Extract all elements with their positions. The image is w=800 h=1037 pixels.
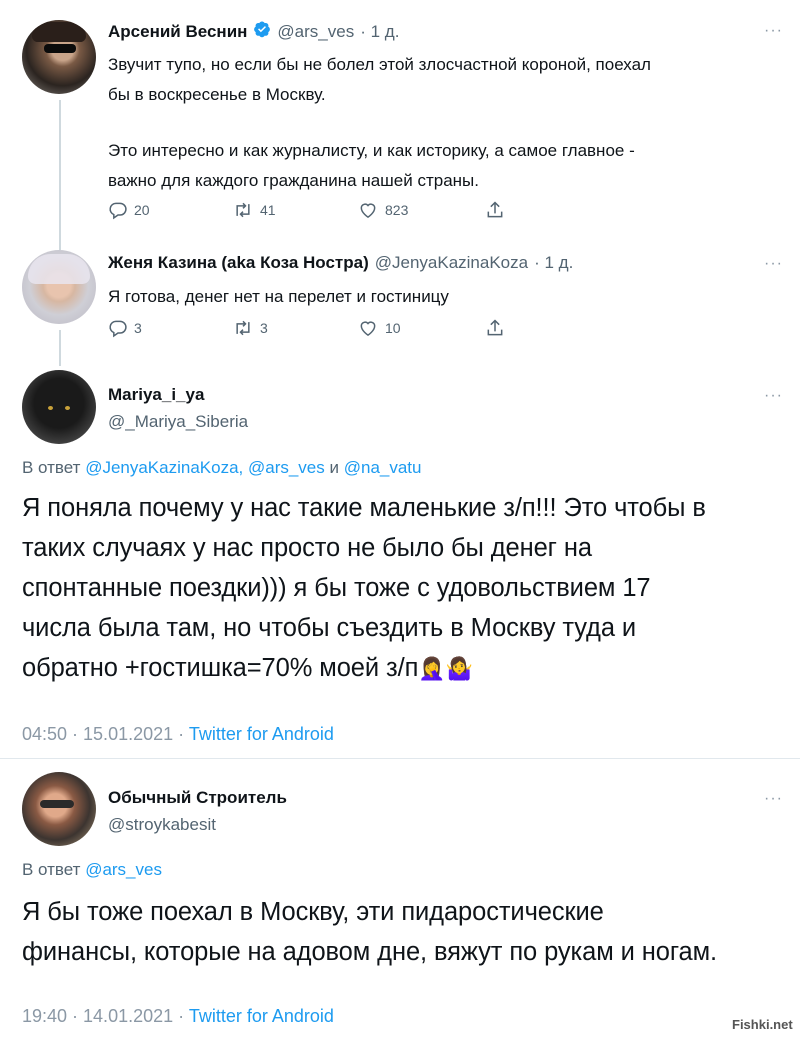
tweet1-text: Звучит тупо, но если бы не болел этой зл… [108, 50, 788, 196]
tweet-text-line: Я бы тоже поехал в Москву, эти пидарости… [22, 898, 604, 926]
like-button[interactable]: 823 [357, 200, 408, 220]
reply-button[interactable]: 20 [108, 200, 150, 220]
avatar-mariya[interactable] [22, 370, 96, 444]
avatar-jenya-kazina[interactable] [22, 250, 96, 324]
author-name[interactable]: Женя Казина (aka Коза Ностра) [108, 253, 369, 273]
tweet4-name[interactable]: Обычный Строитель [108, 788, 287, 808]
author-handle[interactable]: @JenyaKazinaKoza [375, 253, 528, 273]
like-button[interactable]: 10 [357, 318, 401, 338]
thread-line [59, 330, 61, 366]
like-icon [360, 321, 376, 336]
retweet-button[interactable]: 41 [232, 200, 276, 220]
reply-to-link[interactable]: @ars_ves [85, 860, 162, 879]
like-count: 10 [385, 320, 401, 336]
tweet-text-line: спонтанные поездки))) я бы тоже с удовол… [22, 574, 651, 602]
tweet3-meta: 04:50 · 15.01.2021 · Twitter for Android [22, 724, 334, 745]
tweet2-text: Я готова, денег нет на перелет и гостини… [108, 287, 449, 306]
watermark: Fishki.net [732, 1017, 793, 1032]
reply-count: 3 [134, 320, 142, 336]
avatar-ars-ves[interactable] [22, 20, 96, 94]
tweet1-header: Арсений Веснин @ars_ves · 1 д. [108, 20, 399, 43]
reply-to-link[interactable]: @JenyaKazinaKoza, @ars_ves [85, 458, 325, 477]
author-name[interactable]: Арсений Веснин [108, 22, 247, 42]
source-link[interactable]: Twitter for Android [189, 724, 334, 744]
tweet-text-line: Это интересно и как журналисту, и как ис… [108, 141, 635, 160]
tweet-text-line: Я поняла почему у нас такие маленькие з/… [22, 494, 706, 522]
share-icon [487, 319, 503, 336]
retweet-icon [236, 202, 250, 218]
tweet4-text: Я бы тоже поехал в Москву, эти пидарости… [22, 892, 797, 972]
reply-icon [109, 202, 127, 220]
thread-line [59, 100, 61, 250]
tweet-text-line: финансы, которые на адовом дне, вяжут по… [22, 938, 717, 966]
timestamp[interactable]: 19:40 · 14.01.2021 · [22, 1006, 184, 1026]
reply-prefix: В ответ [22, 458, 81, 477]
tweet-time[interactable]: · 1 д. [534, 253, 573, 273]
tweet-text-line: бы в воскресенье в Москву. [108, 85, 326, 104]
more-icon[interactable]: ··· [764, 790, 783, 808]
tweet-text-line: Звучит тупо, но если бы не болел этой зл… [108, 55, 651, 74]
reply-prefix: В ответ [22, 860, 81, 879]
like-icon [360, 203, 376, 218]
more-icon[interactable]: ··· [764, 255, 783, 273]
tweet-text-line: важно для каждого гражданина нашей стран… [108, 171, 480, 190]
retweet-button[interactable]: 3 [232, 318, 268, 338]
reply-icon [109, 320, 127, 338]
like-count: 823 [385, 202, 409, 218]
reply-count: 20 [134, 202, 150, 218]
tweet-text-line: таких случаях у нас просто не было бы де… [22, 534, 592, 562]
tweet4-reply-context: В ответ @ars_ves [22, 860, 162, 880]
reply-to-link[interactable]: @na_vatu [344, 458, 422, 477]
divider [0, 758, 800, 759]
tweet3-text: Я поняла почему у нас такие маленькие з/… [22, 488, 792, 689]
share-button[interactable] [485, 318, 505, 338]
more-icon[interactable]: ··· [764, 387, 783, 405]
avatar-glasses [40, 800, 74, 808]
avatar-hair [32, 22, 86, 42]
tweet3-name[interactable]: Mariya_i_ya [108, 385, 204, 405]
retweet-icon [236, 320, 250, 336]
avatar-eye [48, 406, 53, 410]
avatar-stroykabesit[interactable] [22, 772, 96, 846]
source-link[interactable]: Twitter for Android [189, 1006, 334, 1026]
reply-button[interactable]: 3 [108, 318, 142, 338]
tweet4-meta: 19:40 · 14.01.2021 · Twitter for Android [22, 1006, 334, 1027]
avatar-hair [28, 254, 90, 284]
retweet-count: 41 [260, 202, 276, 218]
tweet3-handle[interactable]: @_Mariya_Siberia [108, 412, 248, 432]
emoji: 🤦‍♀️🤷‍♀️ [418, 656, 473, 681]
tweet-time[interactable]: · 1 д. [360, 22, 399, 42]
tweet-text-line: числа была там, но чтобы съездить в Моск… [22, 614, 637, 642]
share-button[interactable] [485, 200, 505, 220]
more-icon[interactable]: ··· [764, 22, 783, 40]
tweet2-header: Женя Казина (aka Коза Ностра) @JenyaKazi… [108, 253, 573, 273]
share-icon [487, 201, 503, 218]
tweet4-handle[interactable]: @stroykabesit [108, 815, 216, 835]
avatar-eye [65, 406, 70, 410]
author-handle[interactable]: @ars_ves [277, 22, 354, 42]
timestamp[interactable]: 04:50 · 15.01.2021 · [22, 724, 184, 744]
tweet-text-line: обратно +гостишка=70% моей з/п🤦‍♀️🤷‍♀️ [22, 648, 792, 689]
tweet-text-span: обратно +гостишка=70% моей з/п [22, 654, 419, 682]
verified-badge-icon [253, 20, 271, 43]
reply-and: и [329, 458, 340, 477]
tweet3-reply-context: В ответ @JenyaKazinaKoza, @ars_ves и @na… [22, 458, 422, 478]
avatar-glasses [44, 44, 76, 53]
retweet-count: 3 [260, 320, 268, 336]
